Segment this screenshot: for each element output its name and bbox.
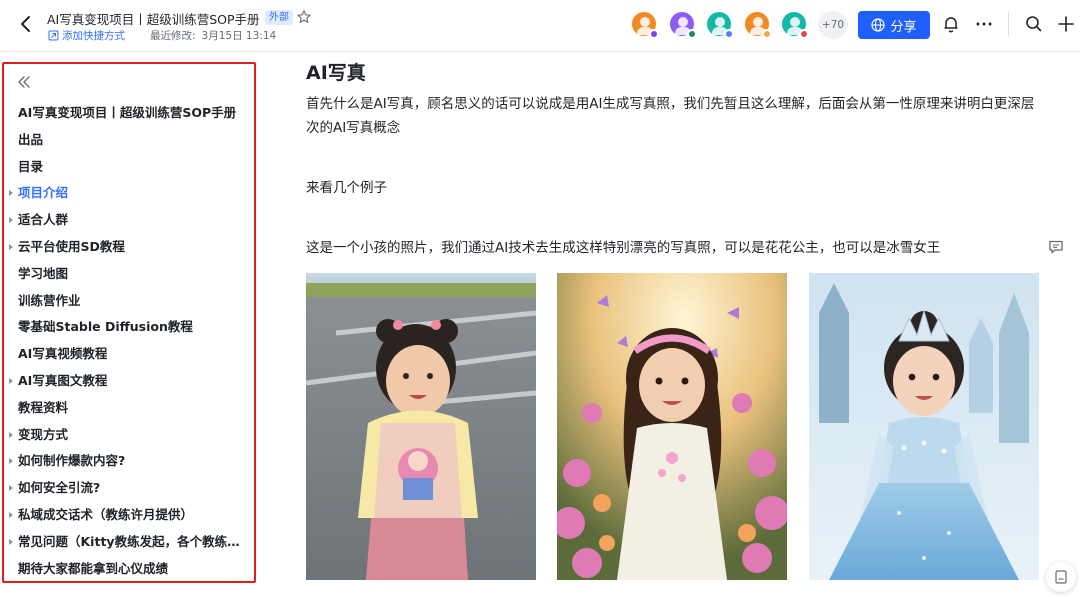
toc-item[interactable]: 云平台使用SD教程 (4, 234, 248, 261)
original-photo[interactable] (306, 273, 536, 580)
expand-caret-icon[interactable] (9, 485, 13, 492)
expand-caret-icon[interactable] (9, 377, 13, 384)
floating-action-button[interactable] (1046, 562, 1076, 592)
top-bar: AI写真变现项目丨超级训练营SOP手册 外部 添加快捷方式 最近修改: 3月15日… (0, 0, 1080, 52)
comment-icon[interactable] (1047, 238, 1065, 256)
expand-caret-icon[interactable] (9, 217, 13, 224)
toolbar-divider (1008, 12, 1009, 36)
expand-caret-icon[interactable] (9, 243, 13, 250)
more-collaborators-count[interactable]: +70 (818, 11, 848, 39)
expand-caret-icon[interactable] (9, 511, 13, 518)
toc-item[interactable]: 私域成交话术（教练许月提供） (4, 502, 248, 529)
toc-item[interactable]: 常见问题（Kitty教练发起，各个教练共同整理） (4, 529, 248, 556)
share-label: 分享 (890, 19, 917, 35)
toc-item[interactable]: 教程资料 (4, 395, 248, 422)
document-title: AI写真变现项目丨超级训练营SOP手册 (47, 12, 260, 27)
last-modified-time: 3月15日 13:14 (201, 30, 277, 42)
add-shortcut-label: 添加快捷方式 (62, 30, 125, 42)
toc-item[interactable]: 适合人群 (4, 207, 248, 234)
section-heading: AI写真 (306, 62, 366, 84)
toc-item-label: 目录 (18, 158, 44, 174)
toc-item-label: AI写真视频教程 (18, 346, 108, 362)
avatar[interactable] (630, 10, 659, 39)
toc-item[interactable]: 训练营作业 (4, 288, 248, 315)
toc-item[interactable]: AI写真变现项目丨超级训练营SOP手册 (4, 100, 248, 127)
toc-item-label: 学习地图 (18, 265, 69, 281)
star-icon[interactable] (296, 9, 312, 25)
add-shortcut-link[interactable]: 添加快捷方式 (48, 28, 125, 43)
back-arrow-icon[interactable] (14, 12, 38, 36)
toc-item[interactable]: 目录 (4, 154, 248, 181)
toc-item[interactable]: 项目介绍 (4, 180, 248, 207)
toc-item-label: 如何安全引流? (18, 480, 101, 496)
description-paragraph: 这是一个小孩的照片，我们通过AI技术去生成这样特别漂亮的写真照，可以是花花公主，… (306, 240, 941, 256)
external-tag: 外部 (265, 10, 293, 25)
toc-item-label: 变现方式 (18, 426, 69, 442)
toc-item[interactable]: 零基础Stable Diffusion教程 (4, 314, 248, 341)
toc-item[interactable]: 如何制作爆款内容? (4, 448, 248, 475)
expand-caret-icon[interactable] (9, 458, 13, 465)
examples-paragraph: 来看几个例子 (306, 180, 387, 196)
toc-item-label: 出品 (18, 131, 44, 147)
flower-princess-photo[interactable] (557, 273, 787, 580)
more-options-icon[interactable] (974, 14, 994, 34)
toc-item[interactable]: 期待大家都能拿到心仪成绩 (4, 556, 248, 583)
toc-item-label: 云平台使用SD教程 (18, 238, 125, 254)
toc-item[interactable]: AI写真视频教程 (4, 341, 248, 368)
intro-paragraph: 首先什么是AI写真，顾名思义的话可以说成是用AI生成写真照，我们先暂且这么理解，… (306, 96, 1035, 136)
ice-queen-photo[interactable] (809, 273, 1039, 580)
toc-item-label: 训练营作业 (18, 292, 81, 308)
search-icon[interactable] (1024, 14, 1044, 34)
last-modified-label: 最近修改: (150, 30, 196, 42)
toc-item-label: 教程资料 (18, 399, 69, 415)
toc-item[interactable]: 学习地图 (4, 261, 248, 288)
toc-item-label: 零基础Stable Diffusion教程 (18, 319, 193, 335)
avatar[interactable] (705, 10, 734, 39)
toc-item-label: 期待大家都能拿到心仪成绩 (18, 560, 169, 576)
expand-caret-icon[interactable] (9, 431, 13, 438)
toc-item[interactable]: 如何安全引流? (4, 475, 248, 502)
toc-item-label: 如何制作爆款内容? (18, 453, 126, 469)
toc-item-label: 项目介绍 (18, 185, 69, 201)
last-modified: 最近修改: 3月15日 13:14 (150, 28, 276, 43)
avatar[interactable] (780, 10, 809, 39)
toc-item[interactable]: 出品 (4, 127, 248, 154)
add-icon[interactable] (1056, 14, 1076, 34)
toc-item-label: AI写真图文教程 (18, 372, 108, 388)
document-icon (1055, 570, 1067, 584)
expand-caret-icon[interactable] (9, 538, 13, 545)
expand-caret-icon[interactable] (9, 190, 13, 197)
avatar[interactable] (668, 10, 697, 39)
toc-item[interactable]: AI写真图文教程 (4, 368, 248, 395)
share-button[interactable]: 分享 (858, 11, 930, 39)
globe-icon (871, 18, 886, 32)
avatar[interactable] (743, 10, 772, 39)
toc-item-label: 适合人群 (18, 212, 69, 228)
table-of-contents: AI写真变现项目丨超级训练营SOP手册 出品目录项目介绍适合人群云平台使用SD教程… (2, 62, 256, 583)
toc-item-label: 私域成交话术（教练许月提供） (18, 506, 194, 522)
shortcut-icon (48, 30, 59, 41)
toc-item-label: 常见问题（Kitty教练发起，各个教练共同整理） (18, 533, 240, 549)
collapse-sidebar-icon[interactable] (16, 74, 32, 90)
toc-item-label: AI写真变现项目丨超级训练营SOP手册 (18, 105, 237, 120)
bell-icon[interactable] (941, 14, 961, 34)
toc-item[interactable]: 变现方式 (4, 422, 248, 449)
toc-list: AI写真变现项目丨超级训练营SOP手册 出品目录项目介绍适合人群云平台使用SD教程… (4, 100, 254, 582)
